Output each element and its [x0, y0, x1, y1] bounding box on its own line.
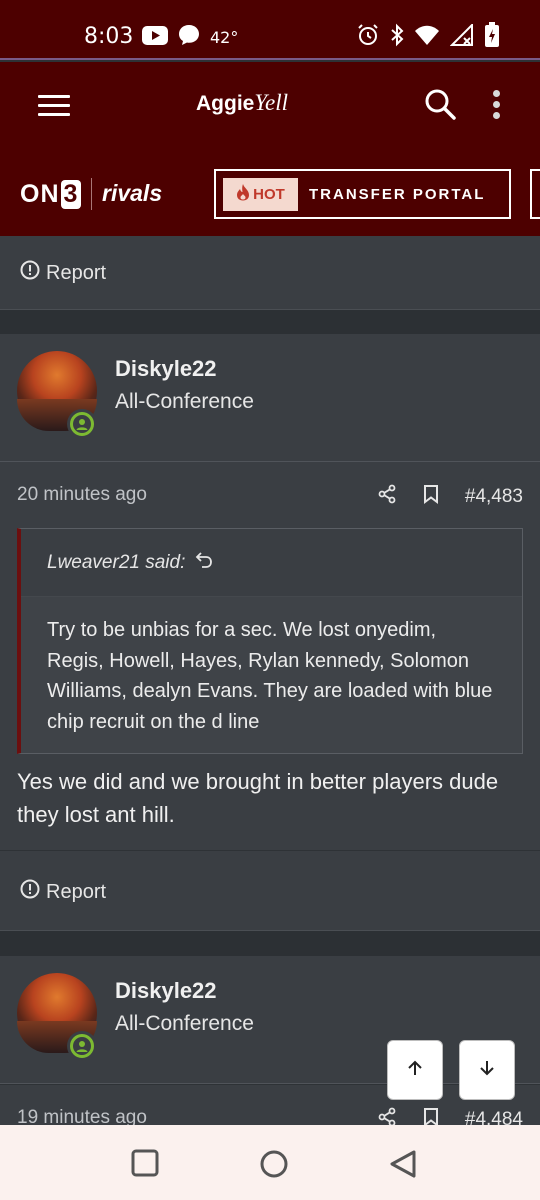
scroll-bottom-button[interactable] [459, 1040, 515, 1100]
post-separator [0, 931, 540, 956]
home-icon[interactable] [259, 1149, 289, 1184]
recents-icon[interactable] [131, 1149, 159, 1182]
quote-author: Lweaver21 said: [47, 551, 186, 573]
post-content: 20 minutes ago #4,483 Lweaver21 said: Tr… [0, 462, 540, 850]
signal-icon [449, 22, 474, 51]
post-number[interactable]: #4,483 [465, 486, 523, 508]
youtube-icon [142, 25, 168, 50]
avatar[interactable] [17, 973, 97, 1061]
quote-header[interactable]: Lweaver21 said: [21, 529, 522, 597]
post-footer: Report [0, 851, 540, 931]
avatar[interactable] [17, 351, 97, 439]
alarm-icon [356, 23, 380, 52]
arrow-up-icon [406, 1059, 424, 1082]
share-icon[interactable] [377, 484, 397, 510]
arrow-down-icon [478, 1059, 496, 1082]
wifi-icon [414, 24, 440, 51]
online-status-icon [67, 409, 97, 439]
status-bar: 8:03 42° [0, 0, 540, 60]
alert-circle-icon [20, 879, 40, 905]
logo-script-text: Yell [254, 90, 289, 115]
post-timestamp[interactable]: 20 minutes ago [17, 484, 147, 506]
status-notification-icons: 42° [142, 24, 238, 51]
alert-circle-icon [20, 260, 40, 286]
network-brand-bar: ON 3 rivals HOT TRANSFER PORTAL [0, 150, 540, 236]
site-logo[interactable]: AggieYell [196, 90, 288, 116]
on3-text: ON [20, 180, 60, 208]
system-nav-bar [0, 1125, 540, 1200]
rivals-logo[interactable]: rivals [102, 180, 162, 207]
bookmark-icon[interactable] [423, 484, 439, 510]
battery-charging-icon [484, 22, 500, 53]
brand-divider [91, 178, 92, 210]
online-status-icon [67, 1031, 97, 1061]
flame-icon [236, 183, 250, 205]
site-header: AggieYell [0, 62, 540, 151]
status-temperature: 42° [210, 28, 239, 47]
hot-badge: HOT [223, 177, 298, 211]
reply-arrow-icon[interactable] [195, 551, 213, 575]
author-name[interactable]: Diskyle22 [115, 356, 217, 382]
menu-icon[interactable] [38, 95, 70, 117]
status-time: 8:03 [84, 24, 134, 49]
author-title: All-Conference [115, 1012, 254, 1035]
post-footer: Report [0, 236, 540, 310]
bluetooth-icon [390, 23, 404, 52]
on3-number: 3 [60, 180, 82, 209]
post-separator [0, 310, 540, 334]
status-system-icons [356, 22, 500, 53]
chat-bubble-icon [178, 24, 200, 51]
on3-logo[interactable]: ON 3 [20, 180, 82, 209]
report-label: Report [46, 261, 107, 284]
report-label: Report [46, 880, 107, 903]
hot-label: HOT [253, 185, 285, 203]
report-link[interactable]: Report [20, 260, 106, 286]
post-actions: #4,483 [377, 484, 523, 510]
next-promo-button[interactable] [530, 169, 540, 219]
post-body-text: Yes we did and we brought in better play… [17, 769, 499, 827]
author-title: All-Conference [115, 390, 254, 413]
quote-block: Lweaver21 said: Try to be unbias for a s… [17, 528, 523, 754]
scroll-top-button[interactable] [387, 1040, 443, 1100]
more-vertical-icon[interactable] [493, 90, 501, 120]
transfer-portal-button[interactable]: HOT TRANSFER PORTAL [214, 169, 511, 219]
transfer-portal-label: TRANSFER PORTAL [309, 185, 486, 203]
report-link[interactable]: Report [20, 879, 106, 905]
post-author-block: Diskyle22 All-Conference [0, 334, 540, 462]
back-icon[interactable] [389, 1149, 417, 1184]
author-name[interactable]: Diskyle22 [115, 978, 217, 1004]
quote-text: Try to be unbias for a sec. We lost onye… [47, 619, 493, 733]
logo-bold-text: Aggie [196, 92, 255, 115]
search-icon[interactable] [424, 88, 456, 125]
